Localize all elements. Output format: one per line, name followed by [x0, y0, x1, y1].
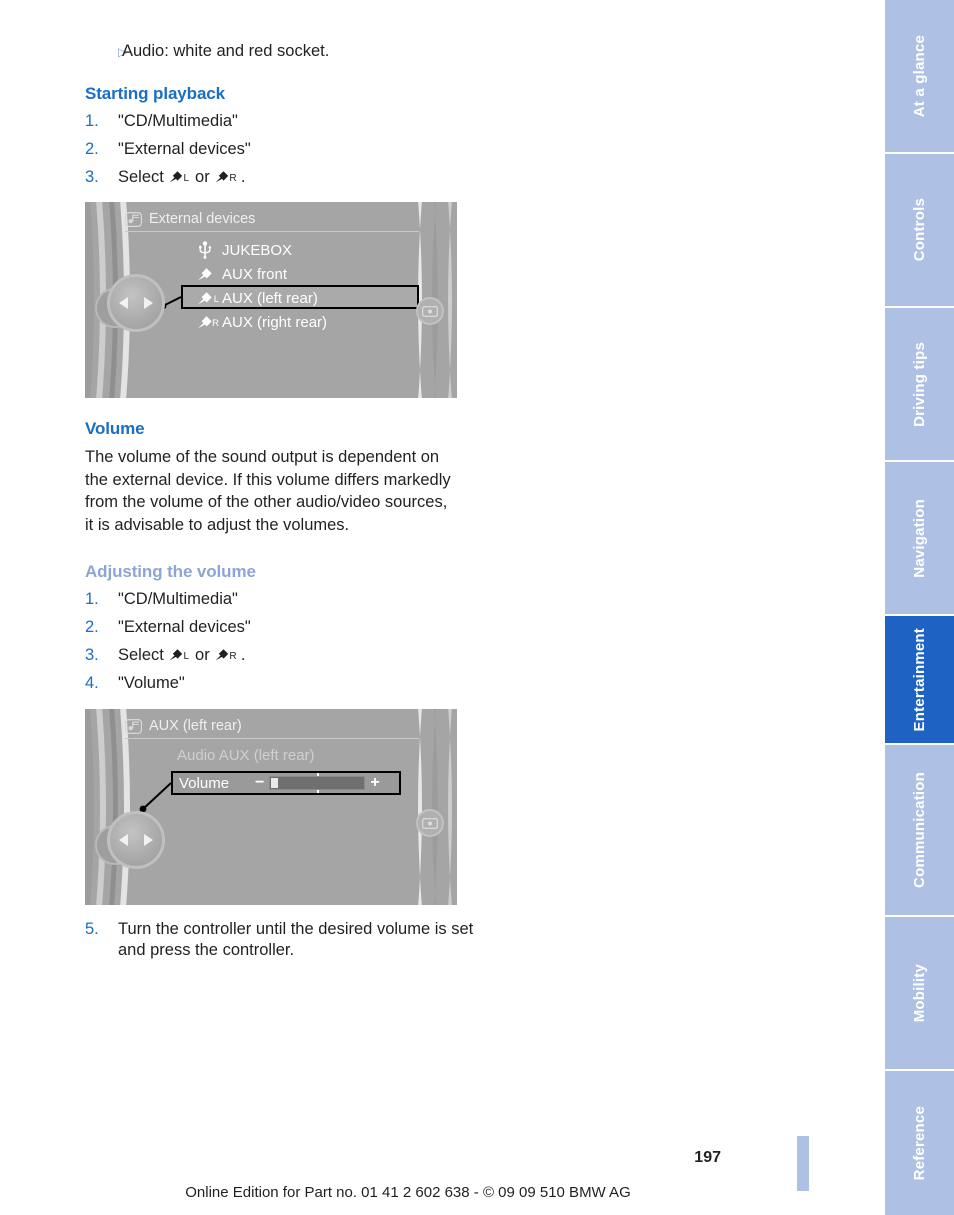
tab-label: At a glance — [911, 34, 928, 118]
step-text: "External devices" — [118, 618, 251, 636]
step-number: 1. — [85, 590, 99, 608]
arrow-right-icon — [144, 297, 153, 309]
tab-controls[interactable]: Controls — [885, 154, 954, 306]
display-icon — [422, 817, 438, 829]
step-item: 1. "CD/Multimedia" — [85, 111, 485, 132]
jack-plug-right-icon: R — [214, 648, 237, 662]
tab-communication[interactable]: Communication — [885, 745, 954, 915]
tab-label: Controls — [911, 198, 928, 262]
step-text: Turn the controller until the desired vo… — [118, 920, 474, 959]
tab-mobility[interactable]: Mobility — [885, 917, 954, 1069]
steps-adjusting-volume: 1. "CD/Multimedia" 2. "External devices"… — [85, 589, 485, 694]
jack-plug-left-icon: L — [168, 648, 190, 662]
step-suffix: . — [240, 646, 246, 664]
step-number: 2. — [85, 140, 99, 158]
tab-label: Reference — [911, 1105, 928, 1181]
footer-text: Online Edition for Part no. 01 41 2 602 … — [185, 1184, 631, 1201]
step-text: Select L or R . — [118, 167, 485, 188]
jack-plug-left-icon: L — [168, 170, 190, 184]
tab-entertainment[interactable]: Entertainment — [885, 616, 954, 743]
step-item: 1. "CD/Multimedia" — [85, 589, 485, 610]
jack-right-subscript: R — [229, 651, 237, 662]
step-number: 3. — [85, 168, 99, 186]
tab-label: Navigation — [911, 498, 928, 578]
bullet-text: Audio: white and red socket. — [122, 42, 330, 60]
display-icon — [422, 305, 438, 317]
step-item: 2. "External devices" — [85, 617, 485, 638]
step-number: 3. — [85, 646, 99, 664]
arrow-right-icon — [144, 834, 153, 846]
step-number: 2. — [85, 618, 99, 636]
jack-right-subscript: R — [229, 173, 237, 184]
idrive-controller[interactable] — [93, 268, 177, 342]
tab-navigation[interactable]: Navigation — [885, 462, 954, 614]
tab-driving-tips[interactable]: Driving tips — [885, 308, 954, 460]
step-prefix: Select — [118, 168, 164, 186]
step-text: "CD/Multimedia" — [118, 590, 238, 608]
manual-page: ▷ Audio: white and red socket. Starting … — [0, 0, 885, 1215]
step-text: "External devices" — [118, 140, 251, 158]
step-item: 3. Select L or R . — [85, 167, 485, 188]
arrow-left-icon — [119, 834, 128, 846]
tab-label: Mobility — [911, 963, 928, 1023]
bullet-item: ▷ Audio: white and red socket. — [85, 40, 485, 63]
step-item: 4. "Volume" — [85, 673, 485, 694]
step-middle: or — [195, 168, 210, 186]
display-button[interactable] — [416, 809, 444, 837]
jack-left-subscript: L — [183, 651, 190, 662]
controller-knob[interactable] — [107, 274, 165, 332]
idrive-controller[interactable] — [93, 805, 177, 879]
steps-final: 5. Turn the controller until the desired… — [85, 919, 485, 961]
step-number: 5. — [85, 920, 99, 938]
step-number: 1. — [85, 112, 99, 130]
volume-body-text: The volume of the sound output is depend… — [85, 448, 451, 534]
step-middle: or — [195, 646, 210, 664]
arrow-left-icon — [119, 297, 128, 309]
tab-label: Driving tips — [911, 341, 928, 427]
step-text: "CD/Multimedia" — [118, 112, 238, 130]
content-column: ▷ Audio: white and red socket. Starting … — [85, 40, 485, 968]
step-item: 5. Turn the controller until the desired… — [85, 919, 485, 961]
steps-starting-playback: 1. "CD/Multimedia" 2. "External devices"… — [85, 111, 485, 188]
jack-plug-right-icon: R — [214, 170, 237, 184]
step-text: "Volume" — [118, 674, 185, 692]
heading-volume: Volume — [85, 419, 145, 438]
bullet-marker-icon: ▷ — [118, 45, 128, 59]
step-item: 3. Select L or R . — [85, 645, 485, 666]
controller-knob[interactable] — [107, 811, 165, 869]
jack-left-subscript: L — [183, 173, 190, 184]
idrive-screen-aux-volume: AUX (left rear) Audio AUX (left rear) Vo… — [85, 709, 457, 905]
section-tab-rail: At a glance Controls Driving tips Naviga… — [885, 0, 954, 1215]
step-text: Select L or R . — [118, 645, 485, 666]
tab-at-a-glance[interactable]: At a glance — [885, 0, 954, 152]
idrive-screen-external-devices: External devices JUKEBOX AUX front L AUX… — [85, 202, 457, 398]
heading-adjusting-volume: Adjusting the volume — [85, 562, 256, 581]
display-button[interactable] — [416, 297, 444, 325]
step-number: 4. — [85, 674, 99, 692]
page-number-marker — [797, 1136, 809, 1191]
page-number: 197 — [694, 1149, 721, 1166]
tab-reference[interactable]: Reference — [885, 1071, 954, 1215]
tab-label: Entertainment — [911, 627, 928, 732]
step-item: 2. "External devices" — [85, 139, 485, 160]
step-suffix: . — [240, 168, 246, 186]
step-prefix: Select — [118, 646, 164, 664]
heading-starting-playback: Starting playback — [85, 84, 226, 103]
tab-label: Communication — [911, 772, 928, 888]
